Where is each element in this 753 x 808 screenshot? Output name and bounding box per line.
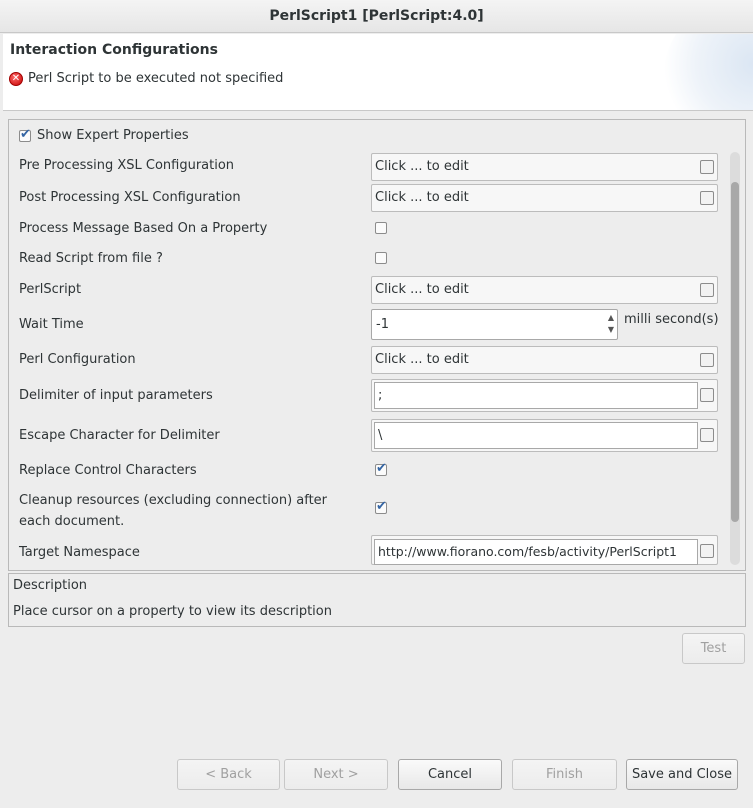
post-xsl-label: Post Processing XSL Configuration xyxy=(19,190,241,205)
cleanup-label: Cleanup resources (excluding connection)… xyxy=(19,493,328,529)
page-title: Interaction Configurations xyxy=(10,42,218,58)
perlscript-label: PerlScript xyxy=(19,282,82,297)
finish-button[interactable]: Finish xyxy=(512,759,617,790)
save-and-close-button[interactable]: Save and Close xyxy=(626,759,738,790)
post-xsl-field[interactable]: Click ... to edit xyxy=(371,184,718,212)
perlscript-field[interactable]: Click ... to edit xyxy=(371,276,718,304)
pre-xsl-field[interactable]: Click ... to edit xyxy=(371,153,718,181)
error-icon: ✕ xyxy=(9,71,23,86)
read-script-checkbox[interactable] xyxy=(375,252,387,264)
spinner-down-icon[interactable]: ▼ xyxy=(608,324,614,336)
spinner-up-icon[interactable]: ▲ xyxy=(608,312,614,324)
perl-config-edit-button[interactable] xyxy=(700,353,714,367)
process-message-checkbox[interactable] xyxy=(375,222,387,234)
back-button[interactable]: < Back xyxy=(177,759,280,790)
escape-char-input[interactable]: \ xyxy=(374,422,698,449)
perlscript-value: Click ... to edit xyxy=(375,282,469,297)
escape-char-field: \ xyxy=(371,419,718,452)
post-xsl-edit-button[interactable] xyxy=(700,191,714,205)
scrollbar-thumb[interactable] xyxy=(731,182,739,522)
target-namespace-input[interactable]: http://www.fiorano.com/fesb/activity/Per… xyxy=(374,539,698,565)
post-xsl-value: Click ... to edit xyxy=(375,190,469,205)
description-text: Place cursor on a property to view its d… xyxy=(13,604,332,619)
error-message-text: Perl Script to be executed not specified xyxy=(28,71,284,86)
perl-config-label: Perl Configuration xyxy=(19,352,136,367)
show-expert-checkbox[interactable] xyxy=(19,127,31,142)
show-expert-label: Show Expert Properties xyxy=(37,128,189,143)
next-button[interactable]: Next > xyxy=(284,759,388,790)
properties-scrollbar[interactable] xyxy=(730,152,740,565)
target-namespace-edit-button[interactable] xyxy=(700,544,714,558)
escape-char-edit-button[interactable] xyxy=(700,428,714,442)
header-decoration xyxy=(663,34,753,110)
perl-config-value: Click ... to edit xyxy=(375,352,469,367)
target-namespace-label: Target Namespace xyxy=(19,545,140,560)
cleanup-checkbox[interactable] xyxy=(375,499,387,514)
error-message: ✕ Perl Script to be executed not specifi… xyxy=(9,71,283,86)
target-namespace-field: http://www.fiorano.com/fesb/activity/Per… xyxy=(371,535,718,565)
header-banner: Interaction Configurations ✕ Perl Script… xyxy=(3,34,753,111)
wait-time-label: Wait Time xyxy=(19,317,84,332)
spinner-arrows[interactable]: ▲ ▼ xyxy=(608,312,614,336)
delimiter-edit-button[interactable] xyxy=(700,388,714,402)
delimiter-input[interactable]: ; xyxy=(374,382,698,409)
delimiter-label: Delimiter of input parameters xyxy=(19,388,213,403)
pre-xsl-label: Pre Processing XSL Configuration xyxy=(19,158,235,173)
properties-panel: Show Expert Properties Pre Processing XS… xyxy=(8,119,746,571)
wait-time-spinner[interactable]: -1 ▲ ▼ xyxy=(371,309,618,340)
window-title: PerlScript1 [PerlScript:4.0] xyxy=(0,0,753,33)
show-expert-toggle[interactable]: Show Expert Properties xyxy=(19,127,189,143)
wait-time-value: -1 xyxy=(376,317,389,332)
description-panel: Description Place cursor on a property t… xyxy=(8,573,746,627)
pre-xsl-edit-button[interactable] xyxy=(700,160,714,174)
delimiter-field: ; xyxy=(371,379,718,412)
test-button[interactable]: Test xyxy=(682,633,745,664)
process-message-label: Process Message Based On a Property xyxy=(19,221,268,236)
wait-time-unit: milli second(s) xyxy=(624,312,719,327)
cancel-button[interactable]: Cancel xyxy=(398,759,502,790)
escape-char-label: Escape Character for Delimiter xyxy=(19,428,220,443)
replace-control-checkbox[interactable] xyxy=(375,461,387,476)
perl-config-field[interactable]: Click ... to edit xyxy=(371,346,718,374)
description-title: Description xyxy=(13,578,88,593)
perlscript-edit-button[interactable] xyxy=(700,283,714,297)
pre-xsl-value: Click ... to edit xyxy=(375,159,469,174)
replace-control-label: Replace Control Characters xyxy=(19,463,197,478)
read-script-label: Read Script from file ? xyxy=(19,251,163,266)
